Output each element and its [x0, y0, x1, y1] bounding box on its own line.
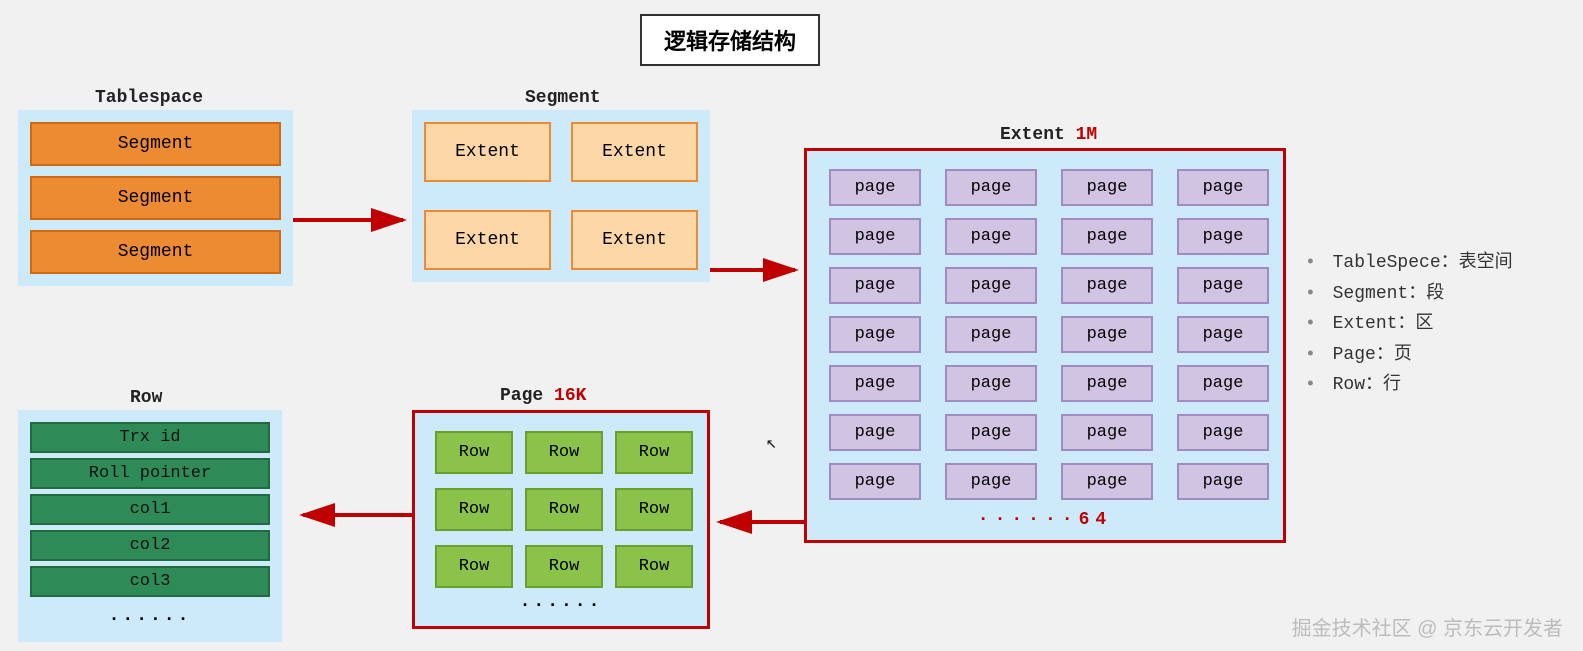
- page-item: page: [829, 267, 921, 304]
- row-ellipsis: ······: [30, 610, 270, 630]
- page-item: page: [829, 218, 921, 255]
- legend-item: TableSpece：表空间: [1305, 248, 1513, 279]
- page-item: page: [1177, 414, 1269, 451]
- arrow-tablespace-to-segment: [293, 210, 413, 230]
- page-item: page: [1061, 414, 1153, 451]
- row-item: Row: [435, 488, 513, 531]
- extent-ellipsis: ······64: [829, 510, 1261, 530]
- page-item: page: [945, 365, 1037, 402]
- page-item: page: [829, 365, 921, 402]
- page-item: page: [1177, 169, 1269, 206]
- extent-box: page page page page page page page page page page…: [804, 148, 1286, 543]
- page-item: page: [945, 267, 1037, 304]
- segment-item: Segment: [30, 176, 281, 220]
- extent-item: Extent: [424, 122, 551, 182]
- watermark: 掘金技术社区 @ 京东云开发者: [1292, 612, 1563, 641]
- row-item: Row: [615, 488, 693, 531]
- segment-box: Extent Extent Extent Extent: [412, 110, 710, 282]
- arrow-segment-to-extent: [710, 260, 805, 280]
- page-item: page: [1177, 463, 1269, 500]
- row-field-rollpointer: Roll pointer: [30, 458, 270, 489]
- extent-item: Extent: [571, 210, 698, 270]
- page-label: Page 16K: [500, 386, 586, 406]
- row-label: Row: [130, 388, 162, 408]
- row-item: Row: [435, 545, 513, 588]
- page-item: page: [945, 169, 1037, 206]
- row-box: Trx id Roll pointer col1 col2 col3 ·····…: [18, 410, 282, 642]
- page-item: page: [829, 316, 921, 353]
- tablespace-label: Tablespace: [95, 88, 203, 108]
- extent-item: Extent: [424, 210, 551, 270]
- page-item: page: [1177, 218, 1269, 255]
- page-item: page: [1061, 267, 1153, 304]
- page-item: page: [1177, 267, 1269, 304]
- page-item: page: [1061, 365, 1153, 402]
- page-grid: page page page page page page page page page page…: [829, 169, 1261, 500]
- legend-item: Extent：区: [1305, 309, 1513, 340]
- row-item: Row: [435, 431, 513, 474]
- legend-item: Page：页: [1305, 340, 1513, 371]
- row-item: Row: [615, 545, 693, 588]
- tablespace-box: Segment Segment Segment: [18, 110, 293, 286]
- page-item: page: [1061, 463, 1153, 500]
- extent-item: Extent: [571, 122, 698, 182]
- row-field-col3: col3: [30, 566, 270, 597]
- arrow-page-to-row: [293, 505, 413, 525]
- row-field-col1: col1: [30, 494, 270, 525]
- page-item: page: [945, 414, 1037, 451]
- cursor-icon: ↖: [766, 432, 777, 454]
- row-item: Row: [525, 431, 603, 474]
- legend-item: Segment：段: [1305, 279, 1513, 310]
- page-item: page: [945, 463, 1037, 500]
- page-item: page: [829, 169, 921, 206]
- row-field-col2: col2: [30, 530, 270, 561]
- page-item: page: [1061, 316, 1153, 353]
- extent-label: Extent 1M: [1000, 125, 1097, 145]
- page-item: page: [1061, 218, 1153, 255]
- legend-list: TableSpece：表空间 Segment：段 Extent：区 Page：页…: [1305, 248, 1513, 401]
- row-item: Row: [615, 431, 693, 474]
- page-box: Row Row Row Row Row Row Row Row Row ······: [412, 410, 710, 629]
- row-grid: RowRowRowRowRowRowRowRowRow: [435, 431, 687, 588]
- segment-label: Segment: [525, 88, 601, 108]
- diagram-title: 逻辑存储结构: [640, 14, 820, 66]
- legend-item: Row：行: [1305, 370, 1513, 401]
- segment-item: Segment: [30, 122, 281, 166]
- row-item: Row: [525, 545, 603, 588]
- segment-item: Segment: [30, 230, 281, 274]
- row-item: Row: [525, 488, 603, 531]
- page-item: page: [829, 463, 921, 500]
- page-item: page: [1177, 365, 1269, 402]
- row-field-trxid: Trx id: [30, 422, 270, 453]
- page-item: page: [829, 414, 921, 451]
- page-item: page: [1177, 316, 1269, 353]
- page-item: page: [945, 218, 1037, 255]
- page-item: page: [1061, 169, 1153, 206]
- arrow-extent-to-page: [710, 512, 805, 532]
- page-ellipsis: ······: [435, 596, 687, 616]
- page-item: page: [945, 316, 1037, 353]
